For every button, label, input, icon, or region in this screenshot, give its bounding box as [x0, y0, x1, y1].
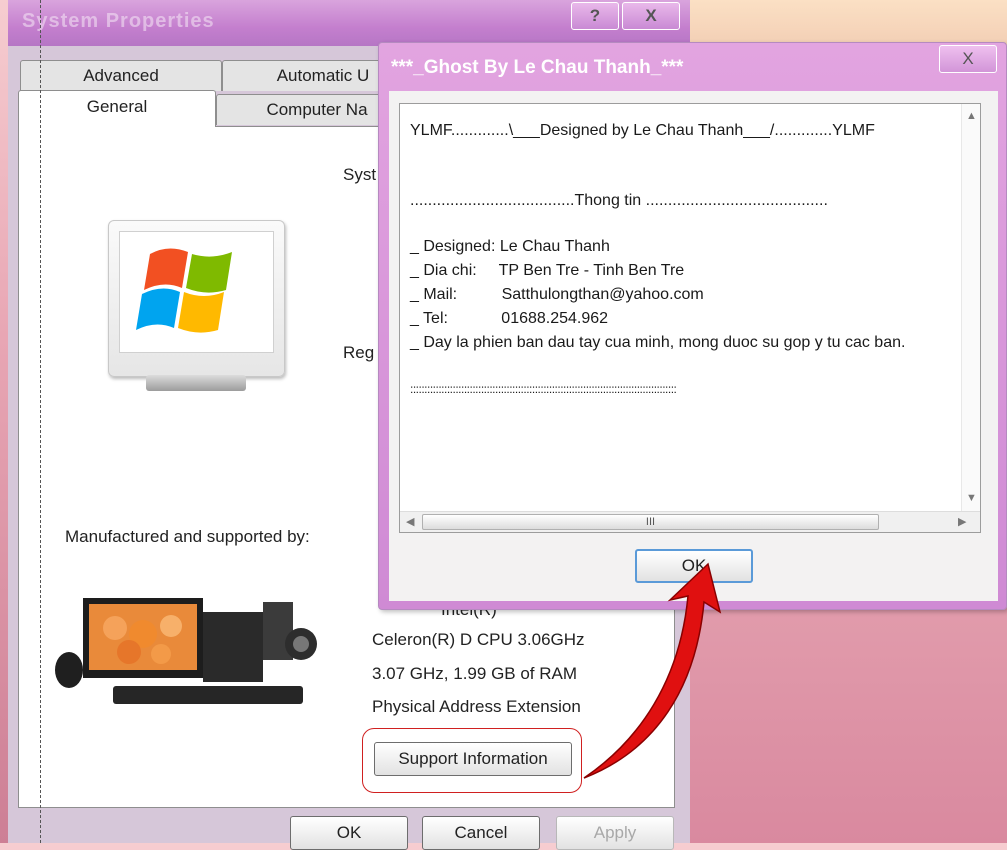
text-line: _ Mail: Satthulongthan@yahoo.com — [410, 286, 704, 303]
ghost-dialog-body: YLMF.............\___Designed by Le Chau… — [389, 91, 998, 601]
windows-logo-monitor — [108, 220, 285, 377]
red-arrow-icon — [583, 562, 722, 779]
text-line: _ Day la phien ban dau tay cua minh, mon… — [410, 334, 906, 351]
dotted-guide-line — [40, 0, 41, 843]
ok-button[interactable]: OK — [290, 816, 408, 850]
windows-flag-icon — [136, 248, 232, 333]
scroll-left-icon[interactable]: ◀ — [406, 515, 414, 528]
text-line: ::::::::::::::::::::::::::::::::::::::::… — [410, 382, 677, 396]
cancel-button[interactable]: Cancel — [422, 816, 540, 850]
text-line: YLMF.............\___Designed by Le Chau… — [410, 122, 875, 139]
window-title: System Properties — [22, 10, 215, 32]
text-line: _ Tel: 01688.254.962 — [410, 310, 609, 327]
horizontal-scrollbar[interactable]: ◀ III ▶ — [400, 511, 980, 532]
scroll-right-icon[interactable]: ▶ — [958, 515, 966, 528]
monitor-stand — [146, 375, 246, 391]
cpu-model: Celeron(R) D CPU 3.06GHz — [372, 630, 585, 649]
monitor-screen — [119, 231, 274, 353]
vertical-scrollbar[interactable]: ▲ ▼ — [961, 104, 980, 512]
close-button[interactable]: X — [622, 2, 680, 30]
cpu-speed-ram: 3.07 GHz, 1.99 GB of RAM — [372, 664, 578, 683]
oem-computer-image — [53, 590, 343, 720]
text-line: .....................................Tho… — [410, 192, 828, 209]
system-section-label: Syst — [343, 165, 377, 184]
info-textarea[interactable]: YLMF.............\___Designed by Le Chau… — [399, 103, 981, 533]
ghost-dialog-title: ***_Ghost By Le Chau Thanh_*** — [391, 57, 684, 78]
text-line: _ Designed: Le Chau Thanh — [410, 238, 610, 255]
horizontal-scroll-thumb[interactable]: III — [422, 514, 879, 530]
scroll-down-icon[interactable]: ▼ — [966, 492, 977, 504]
cpu-extension: Physical Address Extension — [372, 697, 581, 716]
desktop-background-top — [690, 0, 1007, 45]
tab-advanced[interactable]: Advanced — [20, 60, 222, 91]
apply-button[interactable]: Apply — [556, 816, 674, 850]
ghost-close-button[interactable]: X — [939, 45, 997, 73]
ghost-info-dialog: ***_Ghost By Le Chau Thanh_*** X YLMF...… — [378, 42, 1007, 610]
support-information-button[interactable]: Support Information — [374, 742, 572, 776]
tab-general[interactable]: General — [18, 90, 216, 127]
text-line: _ Dia chi: TP Ben Tre - Tinh Ben Tre — [410, 262, 685, 279]
system-properties-titlebar[interactable]: System Properties ? X — [8, 0, 690, 46]
help-button[interactable]: ? — [571, 2, 619, 30]
manufactured-label: Manufactured and supported by: — [65, 527, 310, 546]
scroll-up-icon[interactable]: ▲ — [966, 110, 977, 122]
registered-section-label: Reg — [343, 343, 375, 362]
